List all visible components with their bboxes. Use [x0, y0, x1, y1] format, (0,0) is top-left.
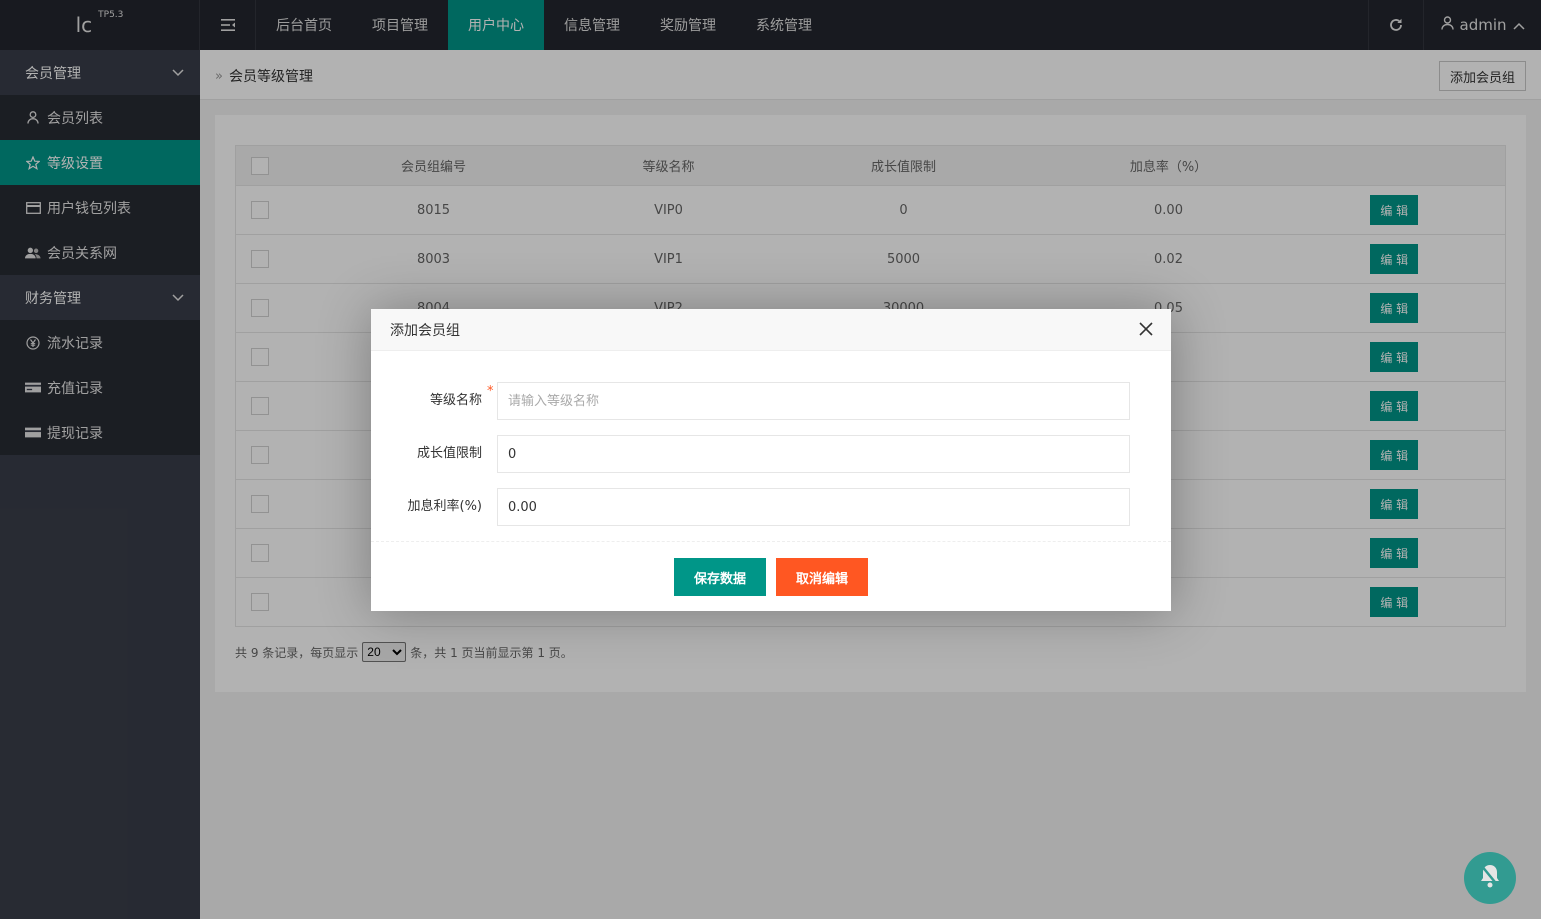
- form-row-level-name: 等级名称 *: [371, 382, 1171, 420]
- close-icon[interactable]: [1139, 322, 1155, 338]
- growth-limit-input[interactable]: [497, 435, 1130, 473]
- required-marker: *: [487, 384, 494, 399]
- add-member-group-modal: 添加会员组 等级名称 * 成长值限制 加息利率(%) 保存数据 取消编辑: [371, 309, 1171, 611]
- form-row-interest-rate: 加息利率(%): [371, 488, 1171, 526]
- floating-action-button[interactable]: [1464, 852, 1516, 904]
- level-name-input[interactable]: [497, 382, 1130, 420]
- modal-divider: [371, 541, 1171, 542]
- interest-rate-label: 加息利率(%): [407, 499, 483, 514]
- form-row-growth-limit: 成长值限制: [371, 435, 1171, 473]
- level-name-label: 等级名称: [429, 393, 482, 408]
- bell-off-icon: [1478, 863, 1502, 893]
- growth-limit-label: 成长值限制: [416, 446, 482, 461]
- interest-rate-input[interactable]: [497, 488, 1130, 526]
- save-button[interactable]: 保存数据: [674, 558, 766, 596]
- cancel-button[interactable]: 取消编辑: [776, 558, 868, 596]
- modal-title: 添加会员组: [390, 322, 460, 339]
- modal-header: 添加会员组: [371, 309, 1171, 351]
